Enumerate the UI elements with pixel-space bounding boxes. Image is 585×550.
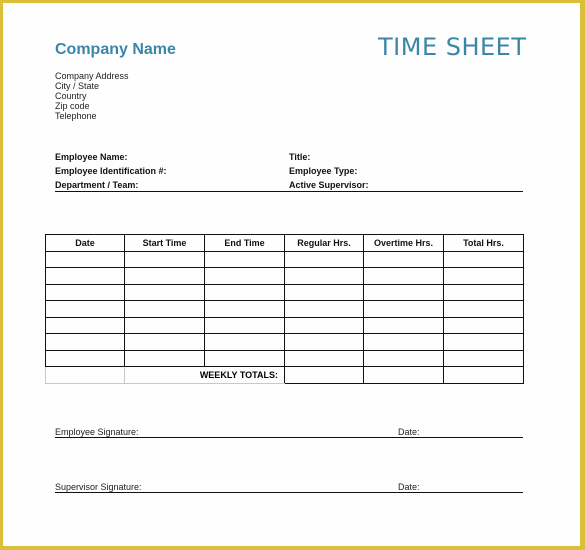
table-cell[interactable] [204, 250, 285, 268]
column-header-start-time: Start Time [124, 234, 205, 252]
table-cell[interactable] [443, 300, 524, 318]
table-cell[interactable] [124, 333, 205, 351]
company-name: Company Name [55, 41, 176, 58]
table-cell[interactable] [443, 349, 524, 367]
table-cell[interactable] [363, 333, 444, 351]
address-line: Company Address [55, 71, 129, 81]
table-cell[interactable] [204, 283, 285, 301]
table-cell[interactable] [204, 333, 285, 351]
blank-cell [45, 366, 125, 384]
supervisor-signature-label: Supervisor Signature: [55, 482, 142, 492]
table-cell[interactable] [45, 349, 125, 367]
weekly-totals-label: WEEKLY TOTALS: [124, 366, 285, 384]
column-header-end-time: End Time [204, 234, 285, 252]
table-cell[interactable] [363, 267, 444, 285]
employee-name-label: Employee Name: [55, 152, 128, 162]
employee-signature-line[interactable] [55, 437, 523, 438]
table-cell[interactable] [45, 267, 125, 285]
table-cell[interactable] [443, 267, 524, 285]
table-cell[interactable] [284, 283, 364, 301]
table-cell[interactable] [443, 333, 524, 351]
table-cell[interactable] [363, 316, 444, 334]
table-cell[interactable] [284, 333, 364, 351]
employee-signature-label: Employee Signature: [55, 427, 139, 437]
table-cell[interactable] [443, 316, 524, 334]
zip-line: Zip code [55, 101, 90, 111]
table-cell[interactable] [284, 250, 364, 268]
column-header-overtime-hrs: Overtime Hrs. [363, 234, 444, 252]
table-cell[interactable] [284, 300, 364, 318]
table-cell[interactable] [124, 267, 205, 285]
supervisor-date-label: Date: [398, 482, 420, 492]
table-cell[interactable] [124, 283, 205, 301]
table-cell[interactable] [363, 349, 444, 367]
company-address-block: Company Address City / State Country Zip… [55, 71, 129, 121]
table-row [45, 267, 524, 285]
table-row [45, 333, 524, 351]
table-header-row: Date Start Time End Time Regular Hrs. Ov… [45, 234, 524, 252]
weekly-totals-row: WEEKLY TOTALS: [45, 366, 524, 384]
column-header-date: Date [45, 234, 125, 252]
telephone-line: Telephone [55, 111, 97, 121]
supervisor-signature-line[interactable] [55, 492, 523, 493]
table-cell[interactable] [45, 333, 125, 351]
column-header-total-hrs: Total Hrs. [443, 234, 524, 252]
employee-date-label: Date: [398, 427, 420, 437]
table-cell[interactable] [284, 267, 364, 285]
table-row [45, 250, 524, 268]
department-label: Department / Team: [55, 180, 139, 190]
total-regular-hrs-cell[interactable] [284, 366, 364, 384]
supervisor-label: Active Supervisor: [289, 180, 369, 190]
total-hrs-cell[interactable] [443, 366, 524, 384]
table-cell[interactable] [45, 283, 125, 301]
city-state-line: City / State [55, 81, 100, 91]
table-cell[interactable] [284, 316, 364, 334]
document-title: TIME SHEET [378, 33, 527, 61]
table-cell[interactable] [124, 316, 205, 334]
table-cell[interactable] [204, 267, 285, 285]
table-cell[interactable] [443, 283, 524, 301]
timesheet-table: Date Start Time End Time Regular Hrs. Ov… [45, 234, 524, 384]
table-row [45, 283, 524, 301]
table-cell[interactable] [124, 349, 205, 367]
table-cell[interactable] [363, 250, 444, 268]
table-cell[interactable] [363, 300, 444, 318]
table-cell[interactable] [124, 250, 205, 268]
table-row [45, 349, 524, 367]
table-cell[interactable] [204, 316, 285, 334]
column-header-regular-hrs: Regular Hrs. [284, 234, 364, 252]
total-overtime-hrs-cell[interactable] [363, 366, 444, 384]
table-cell[interactable] [204, 300, 285, 318]
employee-type-label: Employee Type: [289, 166, 358, 176]
country-line: Country [55, 91, 87, 101]
table-cell[interactable] [45, 316, 125, 334]
table-cell[interactable] [124, 300, 205, 318]
table-cell[interactable] [204, 349, 285, 367]
table-cell[interactable] [45, 250, 125, 268]
info-divider [55, 191, 523, 192]
timesheet-page: Company Name TIME SHEET Company Address … [3, 3, 580, 546]
table-cell[interactable] [363, 283, 444, 301]
table-cell[interactable] [443, 250, 524, 268]
table-cell[interactable] [284, 349, 364, 367]
table-cell[interactable] [45, 300, 125, 318]
employee-id-label: Employee Identification #: [55, 166, 167, 176]
table-row [45, 316, 524, 334]
title-label: Title: [289, 152, 311, 162]
table-row [45, 300, 524, 318]
